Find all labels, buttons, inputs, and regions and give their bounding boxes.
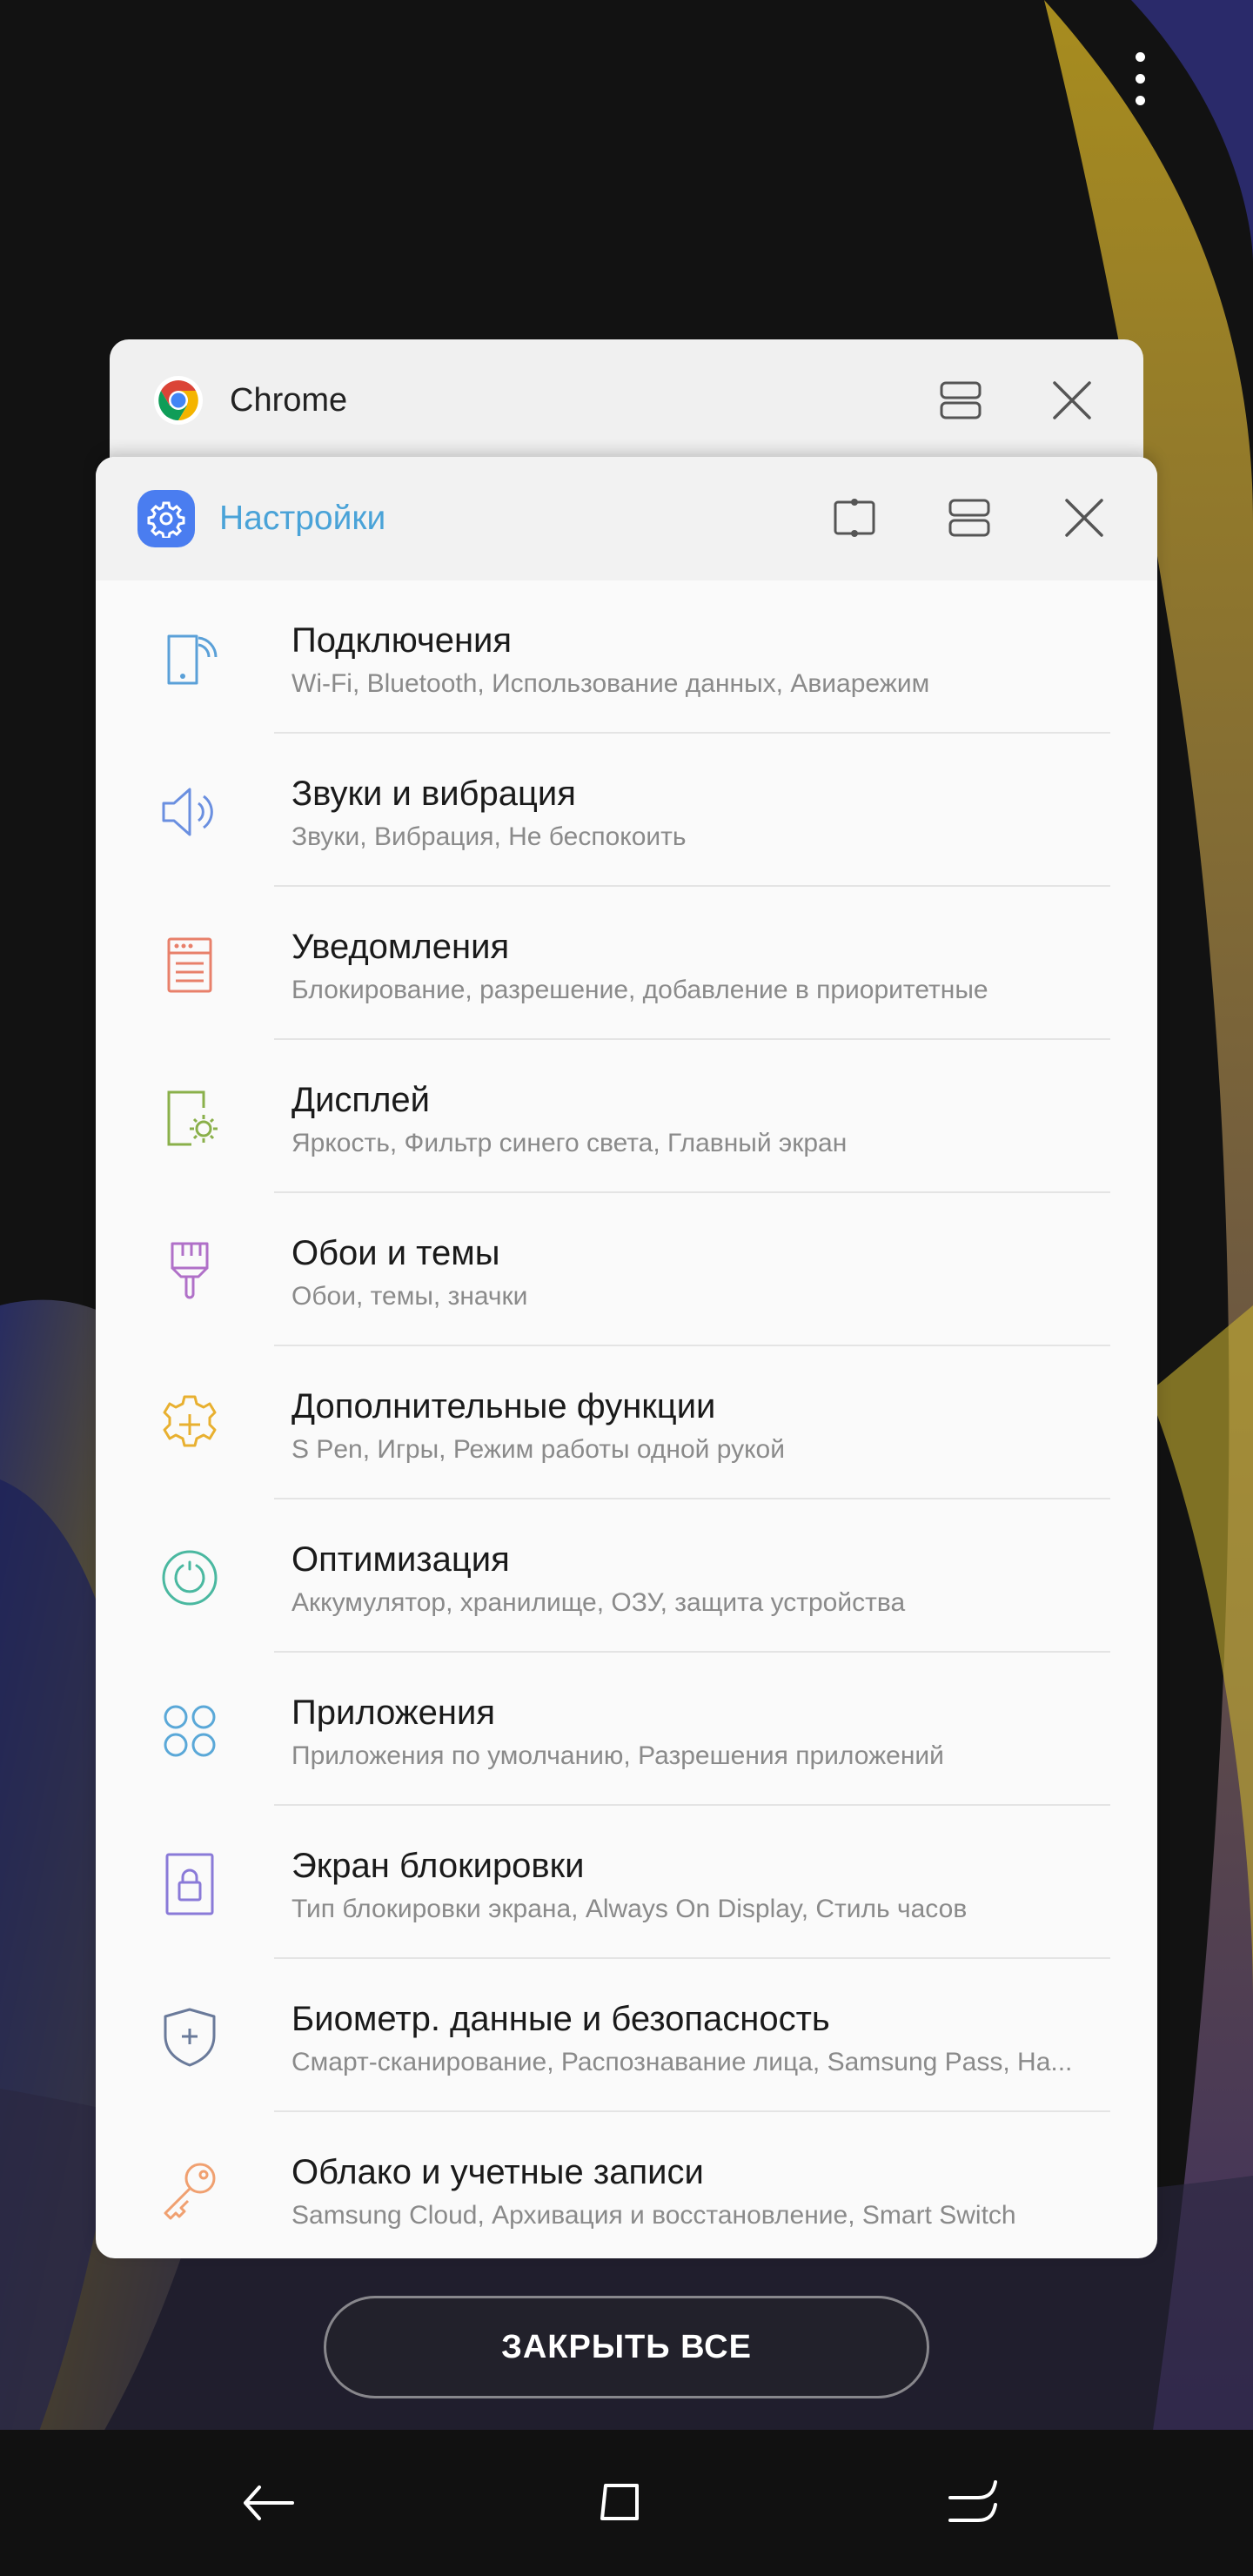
item-title: Звуки и вибрация (291, 775, 576, 813)
item-subtitle: Samsung Cloud, Архивация и восстановлени… (291, 2201, 1016, 2230)
item-subtitle: Обои, темы, значки (291, 1282, 528, 1311)
item-subtitle: Смарт-сканирование, Распознавание лица, … (291, 2048, 1073, 2076)
home-icon[interactable] (586, 2468, 656, 2538)
settings-item-biometrics[interactable]: Биометр. данные и безопасность Смарт-ска… (96, 1959, 1157, 2112)
item-title: Дисплей (291, 1081, 431, 1119)
settings-item-display[interactable]: Дисплей Яркость, Фильтр синего света, Гл… (96, 1040, 1157, 1193)
lock-icon (165, 1853, 214, 1915)
more-options-icon[interactable] (1122, 52, 1157, 113)
speaker-icon (162, 788, 213, 836)
item-title: Оптимизация (291, 1540, 510, 1579)
settings-item-lock-screen[interactable]: Экран блокировки Тип блокировки экрана, … (96, 1806, 1157, 1959)
item-title: Экран блокировки (291, 1847, 585, 1885)
close-icon[interactable] (1058, 492, 1110, 544)
settings-item-apps[interactable]: Приложения Приложения по умолчанию, Разр… (96, 1653, 1157, 1806)
split-screen-icon[interactable] (943, 492, 995, 544)
settings-item-notifications[interactable]: Уведомления Блокирование, разрешение, до… (96, 887, 1157, 1040)
brush-icon (171, 1242, 209, 1299)
item-title: Биометр. данные и безопасность (291, 2000, 830, 2038)
settings-item-sounds[interactable]: Звуки и вибрация Звуки, Вибрация, Не бес… (96, 734, 1157, 887)
settings-item-cloud-accounts[interactable]: Облако и учетные записи Samsung Cloud, А… (96, 2112, 1157, 2258)
item-subtitle: Звуки, Вибрация, Не беспокоить (291, 822, 687, 851)
item-title: Приложения (291, 1694, 496, 1732)
item-subtitle: S Pen, Игры, Режим работы одной рукой (291, 1435, 785, 1464)
settings-list: Подключения Wi-Fi, Bluetooth, Использова… (96, 580, 1157, 2258)
item-subtitle: Wi-Fi, Bluetooth, Использование данных, … (291, 669, 930, 698)
item-subtitle: Блокирование, разрешение, добавление в п… (291, 976, 988, 1004)
close-icon[interactable] (1046, 374, 1098, 426)
pop-up-view-icon[interactable] (828, 492, 881, 544)
settings-card-title: Настройки (219, 500, 386, 537)
item-title: Дополнительные функции (291, 1387, 716, 1426)
chrome-card-title: Chrome (230, 381, 348, 419)
settings-item-connections[interactable]: Подключения Wi-Fi, Bluetooth, Использова… (96, 580, 1157, 734)
chrome-card-header: Chrome (110, 339, 1143, 461)
advanced-features-icon (163, 1395, 217, 1447)
item-title: Облако и учетные записи (291, 2153, 704, 2191)
optimization-icon (162, 1550, 218, 1606)
settings-recent-card[interactable]: Настройки Подключения Wi-Fi, Bluetooth, … (96, 457, 1157, 2258)
navigation-bar (0, 2430, 1253, 2576)
item-subtitle: Яркость, Фильтр синего света, Главный эк… (291, 1129, 848, 1157)
display-icon (167, 1090, 218, 1146)
settings-item-wallpapers[interactable]: Обои и темы Обои, темы, значки (96, 1193, 1157, 1346)
item-title: Обои и темы (291, 1234, 500, 1272)
connections-icon (167, 634, 218, 685)
item-subtitle: Аккумулятор, хранилище, ОЗУ, защита устр… (291, 1588, 906, 1617)
key-icon (164, 2163, 216, 2220)
item-title: Уведомления (291, 928, 510, 966)
shield-icon (164, 2008, 216, 2067)
split-screen-icon[interactable] (935, 374, 987, 426)
gear-icon (137, 490, 195, 547)
settings-item-optimization[interactable]: Оптимизация Аккумулятор, хранилище, ОЗУ,… (96, 1499, 1157, 1653)
apps-icon (164, 1705, 216, 1757)
back-icon[interactable] (237, 2468, 306, 2538)
close-all-button[interactable]: ЗАКРЫТЬ ВСЕ (324, 2296, 929, 2398)
recents-icon[interactable] (938, 2468, 1008, 2538)
settings-item-advanced-features[interactable]: Дополнительные функции S Pen, Игры, Режи… (96, 1346, 1157, 1499)
item-title: Подключения (291, 621, 513, 660)
chrome-logo-icon (154, 376, 203, 425)
item-subtitle: Приложения по умолчанию, Разрешения прил… (291, 1741, 944, 1770)
notifications-icon (167, 937, 212, 993)
settings-card-header: Настройки (96, 457, 1157, 580)
item-subtitle: Тип блокировки экрана, Always On Display… (291, 1895, 968, 1923)
